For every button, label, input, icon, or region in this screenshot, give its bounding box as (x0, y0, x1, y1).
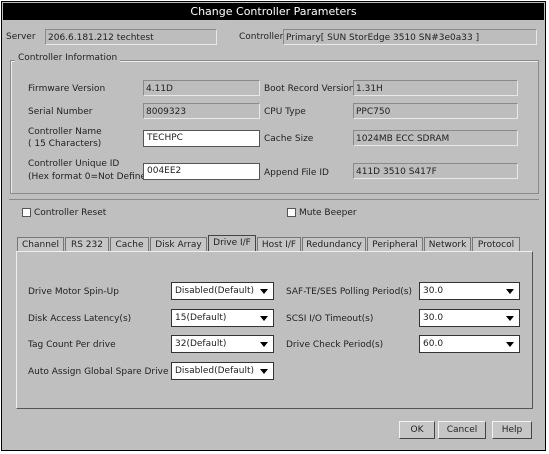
tab-drive-if[interactable]: Drive I/F (208, 235, 256, 252)
dialog-title: Change Controller Parameters (3, 3, 544, 20)
controller-information-group-label: Controller Information (15, 53, 121, 63)
chevron-down-icon (506, 316, 514, 321)
chevron-down-icon (260, 342, 268, 347)
separator (9, 199, 539, 200)
boot-record-version-label: Boot Record Version (264, 84, 355, 94)
serial-number-label: Serial Number (28, 107, 93, 117)
controller-name-label: Controller Name (28, 127, 102, 137)
tag-count-per-drive-label: Tag Count Per drive (28, 340, 116, 350)
cancel-button[interactable]: Cancel (438, 421, 486, 439)
boot-record-version-field: 1.31H (353, 80, 518, 96)
cpu-type-field: PPC750 (353, 103, 518, 119)
change-controller-parameters-dialog: Change Controller Parameters Server 206.… (1, 1, 546, 451)
drive-check-period-label: Drive Check Period(s) (286, 340, 384, 350)
cache-size-label: Cache Size (264, 134, 314, 144)
append-file-id-label: Append File ID (264, 168, 329, 178)
help-button[interactable]: Help (492, 421, 532, 439)
tab-cache[interactable]: Cache (110, 237, 149, 252)
scsi-io-timeout-label: SCSI I/O Timeout(s) (286, 314, 374, 324)
firmware-version-field: 4.11D (143, 80, 260, 96)
saf-te-ses-polling-period-select[interactable]: 30.0 (419, 282, 520, 300)
chevron-down-icon (260, 289, 268, 294)
controller-unique-id-hint: (Hex format 0=Not Defined) (28, 172, 156, 182)
tab-network[interactable]: Network (424, 237, 471, 252)
server-label: Server (6, 32, 36, 42)
tab-protocol[interactable]: Protocol (472, 237, 520, 252)
tab-peripheral[interactable]: Peripheral (367, 237, 423, 252)
drive-if-panel (16, 251, 533, 409)
chevron-down-icon (260, 316, 268, 321)
controller-name-hint: ( 15 Characters) (28, 139, 102, 149)
scsi-io-timeout-value: 30.0 (423, 313, 444, 323)
tab-channel[interactable]: Channel (17, 237, 64, 252)
disk-access-latency-select[interactable]: 15(Default) (171, 309, 274, 327)
firmware-version-label: Firmware Version (28, 84, 106, 94)
append-file-id-field: 411D 3510 S417F (353, 163, 518, 179)
disk-access-latency-value: 15(Default) (175, 313, 227, 323)
drive-check-period-select[interactable]: 60.0 (419, 335, 520, 353)
controller-label: Controller (239, 32, 284, 42)
serial-number-field: 8009323 (143, 103, 260, 119)
tab-rs-232[interactable]: RS 232 (65, 237, 109, 252)
scsi-io-timeout-select[interactable]: 30.0 (419, 309, 520, 327)
drive-motor-spin-up-label: Drive Motor Spin-Up (28, 287, 119, 297)
auto-assign-global-spare-value: Disabled(Default) (175, 366, 255, 376)
drive-motor-spin-up-select[interactable]: Disabled(Default) (171, 282, 274, 300)
mute-beeper-label: Mute Beeper (299, 208, 357, 218)
controller-unique-id-input[interactable]: 004EE2 (143, 163, 260, 180)
tab-redundancy[interactable]: Redundancy (302, 237, 366, 252)
disk-access-latency-label: Disk Access Latency(s) (28, 314, 132, 324)
tag-count-per-drive-select[interactable]: 32(Default) (171, 335, 274, 353)
chevron-down-icon (506, 342, 514, 347)
tag-count-per-drive-value: 32(Default) (175, 339, 227, 349)
auto-assign-global-spare-select[interactable]: Disabled(Default) (171, 362, 274, 380)
controller-reset-label: Controller Reset (34, 208, 107, 218)
server-field: 206.6.181.212 techtest (45, 29, 217, 45)
tab-host-if[interactable]: Host I/F (257, 237, 301, 252)
cpu-type-label: CPU Type (264, 107, 306, 117)
ok-button[interactable]: OK (399, 421, 435, 439)
controller-name-input[interactable]: TECHPC (143, 130, 260, 147)
drive-motor-spin-up-value: Disabled(Default) (175, 286, 255, 296)
chevron-down-icon (260, 369, 268, 374)
drive-check-period-value: 60.0 (423, 339, 444, 349)
auto-assign-global-spare-label: Auto Assign Global Spare Drive (28, 367, 169, 377)
controller-field: Primary[ SUN StorEdge 3510 SN#3e0a33 ] (283, 29, 537, 45)
saf-te-ses-polling-period-label: SAF-TE/SES Polling Period(s) (286, 287, 412, 297)
cache-size-field: 1024MB ECC SDRAM (353, 130, 518, 146)
mute-beeper-checkbox[interactable] (287, 208, 296, 217)
controller-reset-checkbox[interactable] (22, 208, 31, 217)
controller-unique-id-label: Controller Unique ID (28, 159, 120, 169)
tab-disk-array[interactable]: Disk Array (150, 237, 207, 252)
chevron-down-icon (506, 289, 514, 294)
saf-te-ses-polling-period-value: 30.0 (423, 286, 444, 296)
